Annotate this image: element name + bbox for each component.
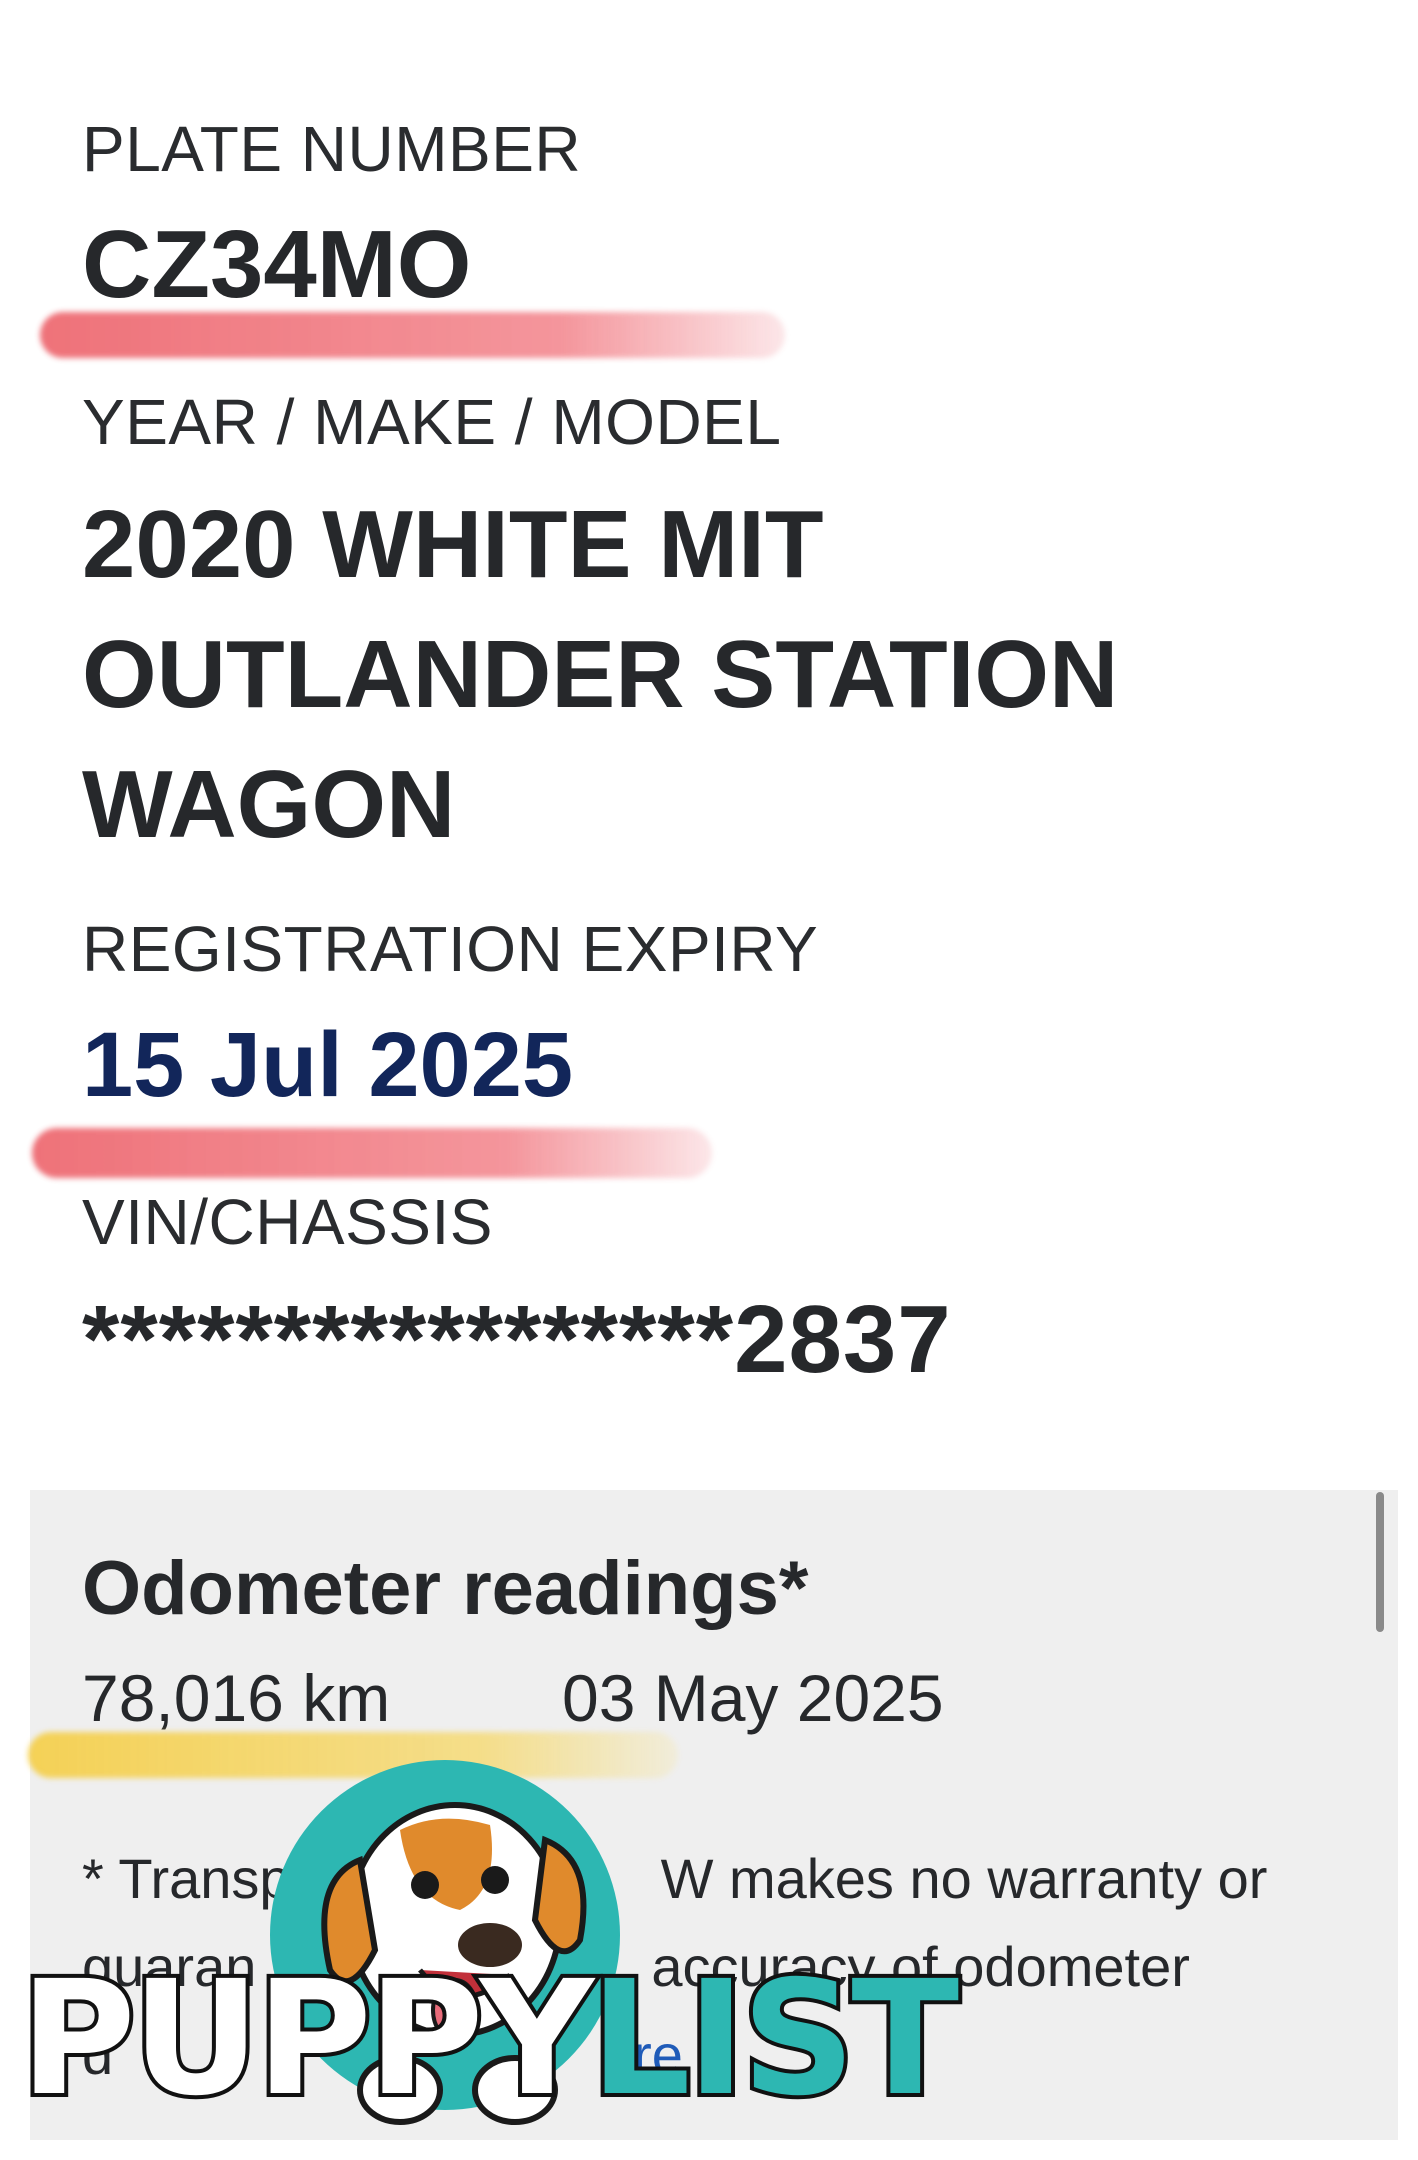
vin-suffix: 2837	[734, 1286, 952, 1393]
vehicle-line-2: OUTLANDER STATION	[82, 621, 1119, 728]
odometer-reading: 78,016 km	[82, 1661, 391, 1735]
registration-expiry-value: 15 Jul 2025	[82, 1014, 574, 1116]
vehicle-line-3: WAGON	[82, 751, 456, 858]
red-highlight-expiry	[32, 1128, 712, 1178]
vin-masked: *****************	[82, 1286, 735, 1393]
vin-label: VIN/CHASSIS	[82, 1186, 493, 1258]
puppylist-watermark: PUPPYLIST	[16, 1760, 963, 2160]
vehicle-description: 2020 WHITE MIT OUTLANDER STATION WAGON	[82, 480, 1282, 870]
plate-number-value: CZ34MO	[82, 211, 472, 318]
watermark-wordmark: PUPPYLIST	[16, 1947, 963, 2131]
vehicle-line-1: 2020 WHITE MIT	[82, 491, 824, 598]
vehicle-label: YEAR / MAKE / MODEL	[82, 386, 782, 458]
registration-expiry-label: REGISTRATION EXPIRY	[82, 913, 819, 985]
odometer-date: 03 May 2025	[562, 1661, 944, 1735]
scrollbar[interactable]	[1376, 1492, 1384, 1632]
vin-value: *****************2837	[82, 1285, 952, 1395]
red-highlight-plate	[40, 312, 785, 358]
odometer-title: Odometer readings*	[82, 1546, 809, 1631]
plate-number-label: PLATE NUMBER	[82, 113, 582, 185]
